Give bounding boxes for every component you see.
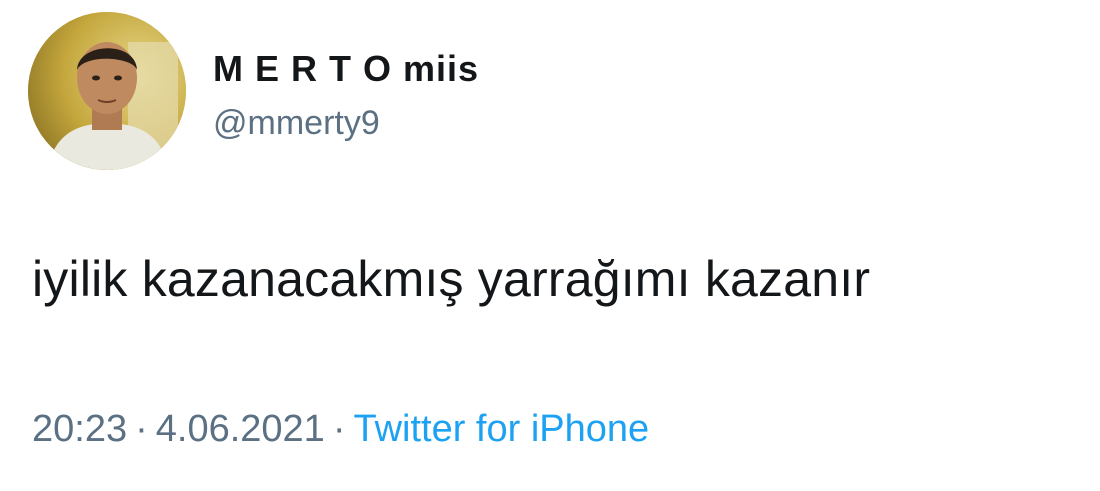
profile-photo-icon <box>28 12 186 170</box>
avatar[interactable] <box>28 12 186 170</box>
author-handle[interactable]: @mmerty9 <box>213 104 380 143</box>
tweet-date[interactable]: 4.06.2021 <box>156 408 325 450</box>
tweet-source-link[interactable]: Twitter for iPhone <box>353 408 649 450</box>
tweet-text: iyilik kazanacakmış yarrağımı kazanır <box>32 251 871 307</box>
separator: · <box>332 408 346 450</box>
separator: · <box>135 408 148 450</box>
author-display-name[interactable]: M E R T O miis <box>213 48 479 90</box>
tweet-time[interactable]: 20:23 <box>32 408 127 450</box>
tweet-metadata: 20:23 · 4.06.2021 · Twitter for iPhone <box>32 408 649 451</box>
tweet-card: M E R T O miis @mmerty9 iyilik kazanacak… <box>0 0 1100 491</box>
